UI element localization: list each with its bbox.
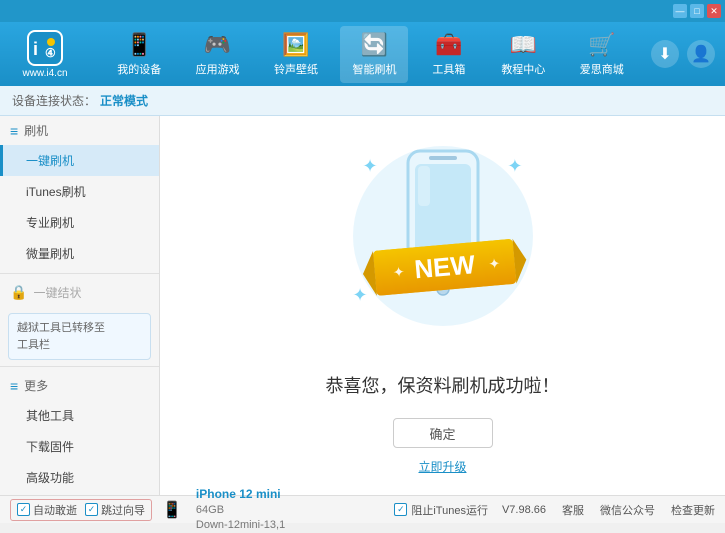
retry-link[interactable]: 立即升级 bbox=[418, 458, 466, 475]
main-layout: ≡ 刷机 一键刷机 iTunes刷机 专业刷机 微量刷机 🔒 一键结状 越狱工具… bbox=[0, 116, 725, 495]
sidebar-divider-2 bbox=[0, 366, 159, 367]
confirm-button[interactable]: 确定 bbox=[393, 418, 493, 448]
auto-hide-label: 自动敢逝 bbox=[33, 502, 77, 518]
smart-flash-icon: 🔄 bbox=[361, 32, 388, 58]
sidebar-divider-1 bbox=[0, 273, 159, 274]
stop-itunes-area: 阻止iTunes运行 bbox=[394, 502, 494, 518]
svg-text:④: ④ bbox=[45, 46, 56, 60]
sidebar-section-one-click: 🔒 一键结状 bbox=[0, 278, 159, 307]
version-label: V7.98.66 bbox=[502, 504, 546, 516]
sparkle-1: ✦ bbox=[363, 156, 378, 177]
my-device-icon: 📱 bbox=[126, 32, 153, 58]
maximize-button[interactable]: □ bbox=[690, 4, 704, 18]
wallpaper-icon: 🖼️ bbox=[282, 32, 309, 58]
bottom-bar: 自动敢逝 跳过向导 📱 iPhone 12 mini 64GB Down-12m… bbox=[0, 495, 725, 523]
device-icon: 📱 bbox=[162, 500, 182, 520]
check-update-link[interactable]: 检查更新 bbox=[671, 502, 715, 518]
wechat-link[interactable]: 微信公众号 bbox=[600, 502, 655, 518]
sidebar-section-more[interactable]: ≡ 更多 bbox=[0, 371, 159, 400]
bottom-left: 自动敢逝 跳过向导 📱 iPhone 12 mini 64GB Down-12m… bbox=[10, 486, 394, 533]
sidebar-item-itunes-flash[interactable]: iTunes刷机 bbox=[0, 176, 159, 207]
sidebar-section-flash[interactable]: ≡ 刷机 bbox=[0, 116, 159, 145]
device-info: iPhone 12 mini 64GB Down-12mini-13,1 bbox=[196, 486, 285, 533]
nav-item-apps-games-label: 应用游戏 bbox=[196, 61, 240, 77]
nav-item-wallpaper-label: 铃声壁纸 bbox=[274, 61, 318, 77]
skip-wizard-checkbox-box[interactable] bbox=[85, 503, 98, 516]
nav-item-tutorial[interactable]: 📖 教程中心 bbox=[489, 26, 557, 83]
logo-icon: i ④ bbox=[27, 30, 63, 66]
sidebar: ≡ 刷机 一键刷机 iTunes刷机 专业刷机 微量刷机 🔒 一键结状 越狱工具… bbox=[0, 116, 160, 495]
close-button[interactable]: ✕ bbox=[707, 4, 721, 18]
nav-item-smart-flash-label: 智能刷机 bbox=[352, 61, 396, 77]
more-section-label: 更多 bbox=[24, 377, 48, 394]
auto-hide-checkbox[interactable]: 自动敢逝 bbox=[17, 502, 77, 518]
promo-image: ✦ ✦ ✦ bbox=[343, 136, 543, 356]
lock-icon: 🔒 bbox=[10, 284, 27, 301]
nav-item-my-device-label: 我的设备 bbox=[117, 61, 161, 77]
nav-item-shop[interactable]: 🛒 爱思商城 bbox=[568, 26, 636, 83]
toolbox-icon: 🧰 bbox=[435, 32, 462, 58]
sparkle-2: ✦ bbox=[507, 156, 522, 177]
stop-itunes-checkbox[interactable] bbox=[394, 503, 407, 516]
content-area: ✦ ✦ ✦ bbox=[160, 116, 725, 495]
minimize-button[interactable]: — bbox=[673, 4, 687, 18]
more-section-icon: ≡ bbox=[10, 378, 18, 394]
svg-text:i: i bbox=[33, 39, 38, 59]
nav-items: 📱 我的设备 🎮 应用游戏 🖼️ 铃声壁纸 🔄 智能刷机 🧰 工具箱 📖 教程中… bbox=[100, 26, 641, 83]
shop-icon: 🛒 bbox=[588, 32, 615, 58]
status-label: 设备连接状态： bbox=[12, 92, 96, 109]
skip-wizard-label: 跳过向导 bbox=[101, 502, 145, 518]
auto-hide-checkbox-box[interactable] bbox=[17, 503, 30, 516]
svg-text:✦: ✦ bbox=[392, 263, 405, 280]
sidebar-item-pro-flash[interactable]: 专业刷机 bbox=[0, 207, 159, 238]
sidebar-item-download-firmware[interactable]: 下载固件 bbox=[0, 431, 159, 462]
bottom-right: V7.98.66 客服 微信公众号 检查更新 bbox=[502, 502, 715, 518]
nav-item-my-device[interactable]: 📱 我的设备 bbox=[105, 26, 173, 83]
tutorial-icon: 📖 bbox=[510, 32, 537, 58]
nav-right: ⬇ 👤 bbox=[651, 40, 715, 68]
stop-itunes-label: 阻止iTunes运行 bbox=[411, 502, 488, 518]
sidebar-item-data-flash[interactable]: 微量刷机 bbox=[0, 238, 159, 269]
nav-item-smart-flash[interactable]: 🔄 智能刷机 bbox=[340, 26, 408, 83]
success-text: 恭喜您，保资料刷机成功啦！ bbox=[326, 372, 560, 398]
one-click-label: 一键结状 bbox=[33, 284, 81, 301]
skip-wizard-checkbox[interactable]: 跳过向导 bbox=[85, 502, 145, 518]
window-controls: — □ ✕ bbox=[673, 4, 721, 18]
apps-games-icon: 🎮 bbox=[204, 32, 231, 58]
title-bar: — □ ✕ bbox=[0, 0, 725, 22]
sparkle-3: ✦ bbox=[353, 285, 368, 306]
device-capacity: 64GB bbox=[196, 503, 285, 518]
svg-text:✦: ✦ bbox=[487, 255, 500, 272]
nav-item-tutorial-label: 教程中心 bbox=[501, 61, 545, 77]
nav-item-shop-label: 爱思商城 bbox=[580, 61, 624, 77]
nav-bar: i ④ www.i4.cn 📱 我的设备 🎮 应用游戏 🖼️ 铃声壁纸 🔄 智能… bbox=[0, 22, 725, 86]
nav-item-wallpaper[interactable]: 🖼️ 铃声壁纸 bbox=[262, 26, 330, 83]
flash-section-label: 刷机 bbox=[24, 122, 48, 139]
device-firmware: Down-12mini-13,1 bbox=[196, 518, 285, 533]
logo: i ④ www.i4.cn bbox=[10, 30, 80, 79]
service-link[interactable]: 客服 bbox=[562, 502, 584, 518]
sidebar-item-one-key-flash[interactable]: 一键刷机 bbox=[0, 145, 159, 176]
sidebar-item-other-tools[interactable]: 其他工具 bbox=[0, 400, 159, 431]
logo-text: www.i4.cn bbox=[22, 68, 67, 79]
status-bar: 设备连接状态： 正常模式 bbox=[0, 86, 725, 116]
nav-item-apps-games[interactable]: 🎮 应用游戏 bbox=[184, 26, 252, 83]
nav-item-toolbox[interactable]: 🧰 工具箱 bbox=[419, 26, 479, 83]
download-button[interactable]: ⬇ bbox=[651, 40, 679, 68]
user-button[interactable]: 👤 bbox=[687, 40, 715, 68]
status-value: 正常模式 bbox=[100, 92, 148, 109]
device-name: iPhone 12 mini bbox=[196, 486, 285, 503]
flash-section-icon: ≡ bbox=[10, 123, 18, 139]
svg-text:NEW: NEW bbox=[413, 249, 477, 284]
nav-item-toolbox-label: 工具箱 bbox=[432, 61, 465, 77]
info-box-jailbreak: 越狱工具已转移至 工具栏 bbox=[8, 313, 151, 360]
